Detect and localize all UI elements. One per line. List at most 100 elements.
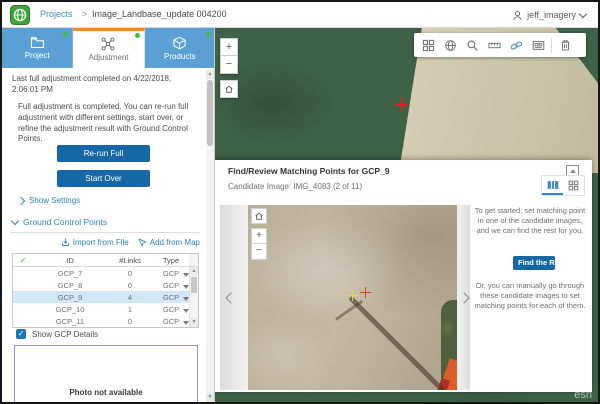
next-image-button[interactable] (457, 205, 470, 390)
find-review-panel: Find/Review Matching Points for GCP_9 Ca… (215, 160, 592, 392)
cell-type: GCP (153, 269, 189, 278)
measure-icon[interactable] (483, 35, 505, 55)
chevron-down-icon (579, 10, 587, 18)
gcp-section-label: Ground Control Points (23, 217, 107, 227)
gcp-links-icon-active[interactable] (505, 35, 527, 55)
map-toolbar (414, 33, 586, 57)
top-bar: Projects > Image_Landbase_update 004200 … (2, 2, 598, 28)
chevron-right-icon (458, 292, 469, 303)
scroll-down-icon[interactable]: ▼ (190, 318, 198, 327)
user-menu[interactable]: jeff_imagery (512, 7, 586, 23)
add-label: Add from Map (150, 238, 200, 247)
home-icon (254, 211, 264, 221)
intro-text: To get started, set matching point in on… (473, 206, 587, 236)
scroll-up-icon[interactable]: ▲ (190, 267, 198, 276)
cell-links: 0 (107, 317, 153, 326)
show-settings-toggle[interactable]: Show Settings (18, 196, 80, 205)
cell-links: 1 (107, 305, 153, 314)
manual-text: Or, you can manually go through these ca… (473, 281, 587, 311)
gcp-section-toggle[interactable]: Ground Control Points (12, 217, 107, 227)
table-scrollbar[interactable]: ▲ ▼ (189, 267, 198, 327)
image-zoom-controls: + − (251, 228, 267, 260)
import-icon (61, 238, 70, 247)
divider (10, 232, 200, 233)
panel-scrollbar[interactable]: ▲ ▼ (206, 70, 214, 402)
photo-placeholder-text: Photo not available (15, 388, 197, 397)
matching-point-yellow-cross[interactable] (347, 290, 358, 301)
gcp-marker-red-cross[interactable] (395, 98, 408, 111)
rerun-full-button[interactable]: Re-run Full (57, 145, 150, 162)
status-dot (135, 33, 140, 38)
breadcrumb-separator: > (82, 9, 87, 19)
folder-icon (30, 36, 45, 49)
home-extent-button[interactable] (220, 80, 238, 98)
toolbar-divider (551, 38, 552, 53)
thumbnail-grid-icon[interactable] (417, 35, 439, 55)
image-home-button[interactable] (251, 208, 267, 224)
tab-label: Project (25, 51, 50, 60)
search-icon[interactable] (461, 35, 483, 55)
home-icon (224, 84, 234, 94)
cell-type: GCP (153, 281, 189, 290)
table-row-gcp10[interactable]: GCP_10 1 GCP (13, 303, 198, 315)
table-row-gcp11[interactable]: GCP_11 0 GCP (13, 315, 198, 327)
candidate-image-viewer[interactable]: + − (248, 205, 457, 390)
check-column-icon: ✓ (13, 256, 33, 265)
grid-view-toggle[interactable] (563, 176, 584, 195)
gcp-table-header: ✓ ID #Links Type (13, 254, 198, 267)
zoom-in-button[interactable]: + (220, 38, 238, 56)
tab-project[interactable]: Project (2, 28, 73, 68)
show-gcp-details-row: ✓ Show GCP Details (16, 329, 98, 339)
cell-id: GCP_7 (33, 269, 107, 278)
import-label: Import from File (73, 238, 129, 247)
tab-products[interactable]: Products (145, 28, 215, 68)
panel-tabs: Project Adjustment (2, 28, 215, 68)
zoom-out-button[interactable]: − (220, 56, 238, 74)
cell-links: 4 (107, 293, 153, 302)
image-zoom-in-button[interactable]: + (251, 228, 267, 244)
tab-adjustment[interactable]: Adjustment (73, 28, 144, 68)
cell-links: 0 (107, 281, 153, 290)
pole-shadow (348, 296, 445, 390)
estimated-point-red-cross[interactable] (360, 287, 371, 298)
image-zoom-out-button[interactable]: − (251, 244, 267, 260)
page-title: Image_Landbase_update 004200 (92, 9, 227, 19)
tab-label: Products (164, 52, 196, 61)
previous-image-button[interactable] (220, 205, 248, 390)
basemap-globe-icon[interactable] (439, 35, 461, 55)
add-from-map-link[interactable]: Add from Map (138, 238, 200, 247)
cell-type: GCP (153, 293, 189, 302)
scroll-up-icon[interactable]: ▲ (206, 70, 214, 79)
scroll-col (189, 254, 198, 266)
map-view[interactable]: + − (215, 28, 598, 402)
breadcrumb-projects-link[interactable]: Projects (40, 9, 73, 19)
cell-type: GCP (153, 305, 189, 314)
cell-id: GCP_11 (33, 317, 107, 326)
app-window: Projects > Image_Landbase_update 004200 … (2, 2, 598, 402)
table-row-gcp9-selected[interactable]: GCP_9 4 GCP (13, 291, 198, 303)
user-icon (512, 10, 523, 21)
cell-type: GCP (153, 317, 189, 326)
find-the-rest-button[interactable]: Find the Rest (513, 256, 555, 270)
view-toggle-group (541, 175, 585, 196)
chevron-right-icon (17, 196, 25, 204)
delete-icon[interactable] (554, 35, 576, 55)
last-adjustment-status: Last full adjustment completed on 4/22/2… (12, 74, 198, 96)
filmstrip-view-toggle[interactable] (542, 176, 563, 195)
scroll-down-icon[interactable]: ▼ (206, 393, 214, 402)
scrollbar-thumb[interactable] (207, 80, 213, 146)
show-gcp-details-label: Show GCP Details (32, 330, 98, 339)
gcp-photo-preview: Photo not available (14, 345, 198, 402)
import-from-file-link[interactable]: Import from File (61, 238, 129, 247)
col-header-links: #Links (107, 256, 153, 265)
cell-id: GCP_9 (33, 293, 107, 302)
cell-id: GCP_8 (33, 281, 107, 290)
show-gcp-details-checkbox[interactable]: ✓ (16, 329, 26, 339)
table-row-gcp7[interactable]: GCP_7 0 GCP (13, 267, 198, 279)
scrollbar-thumb[interactable] (191, 277, 197, 293)
start-over-button[interactable]: Start Over (57, 170, 150, 187)
map-zoom-controls: + − (220, 38, 238, 74)
image-collection-icon[interactable] (527, 35, 549, 55)
table-row-gcp8[interactable]: GCP_8 0 GCP (13, 279, 198, 291)
esri-logo-icon (10, 5, 30, 25)
